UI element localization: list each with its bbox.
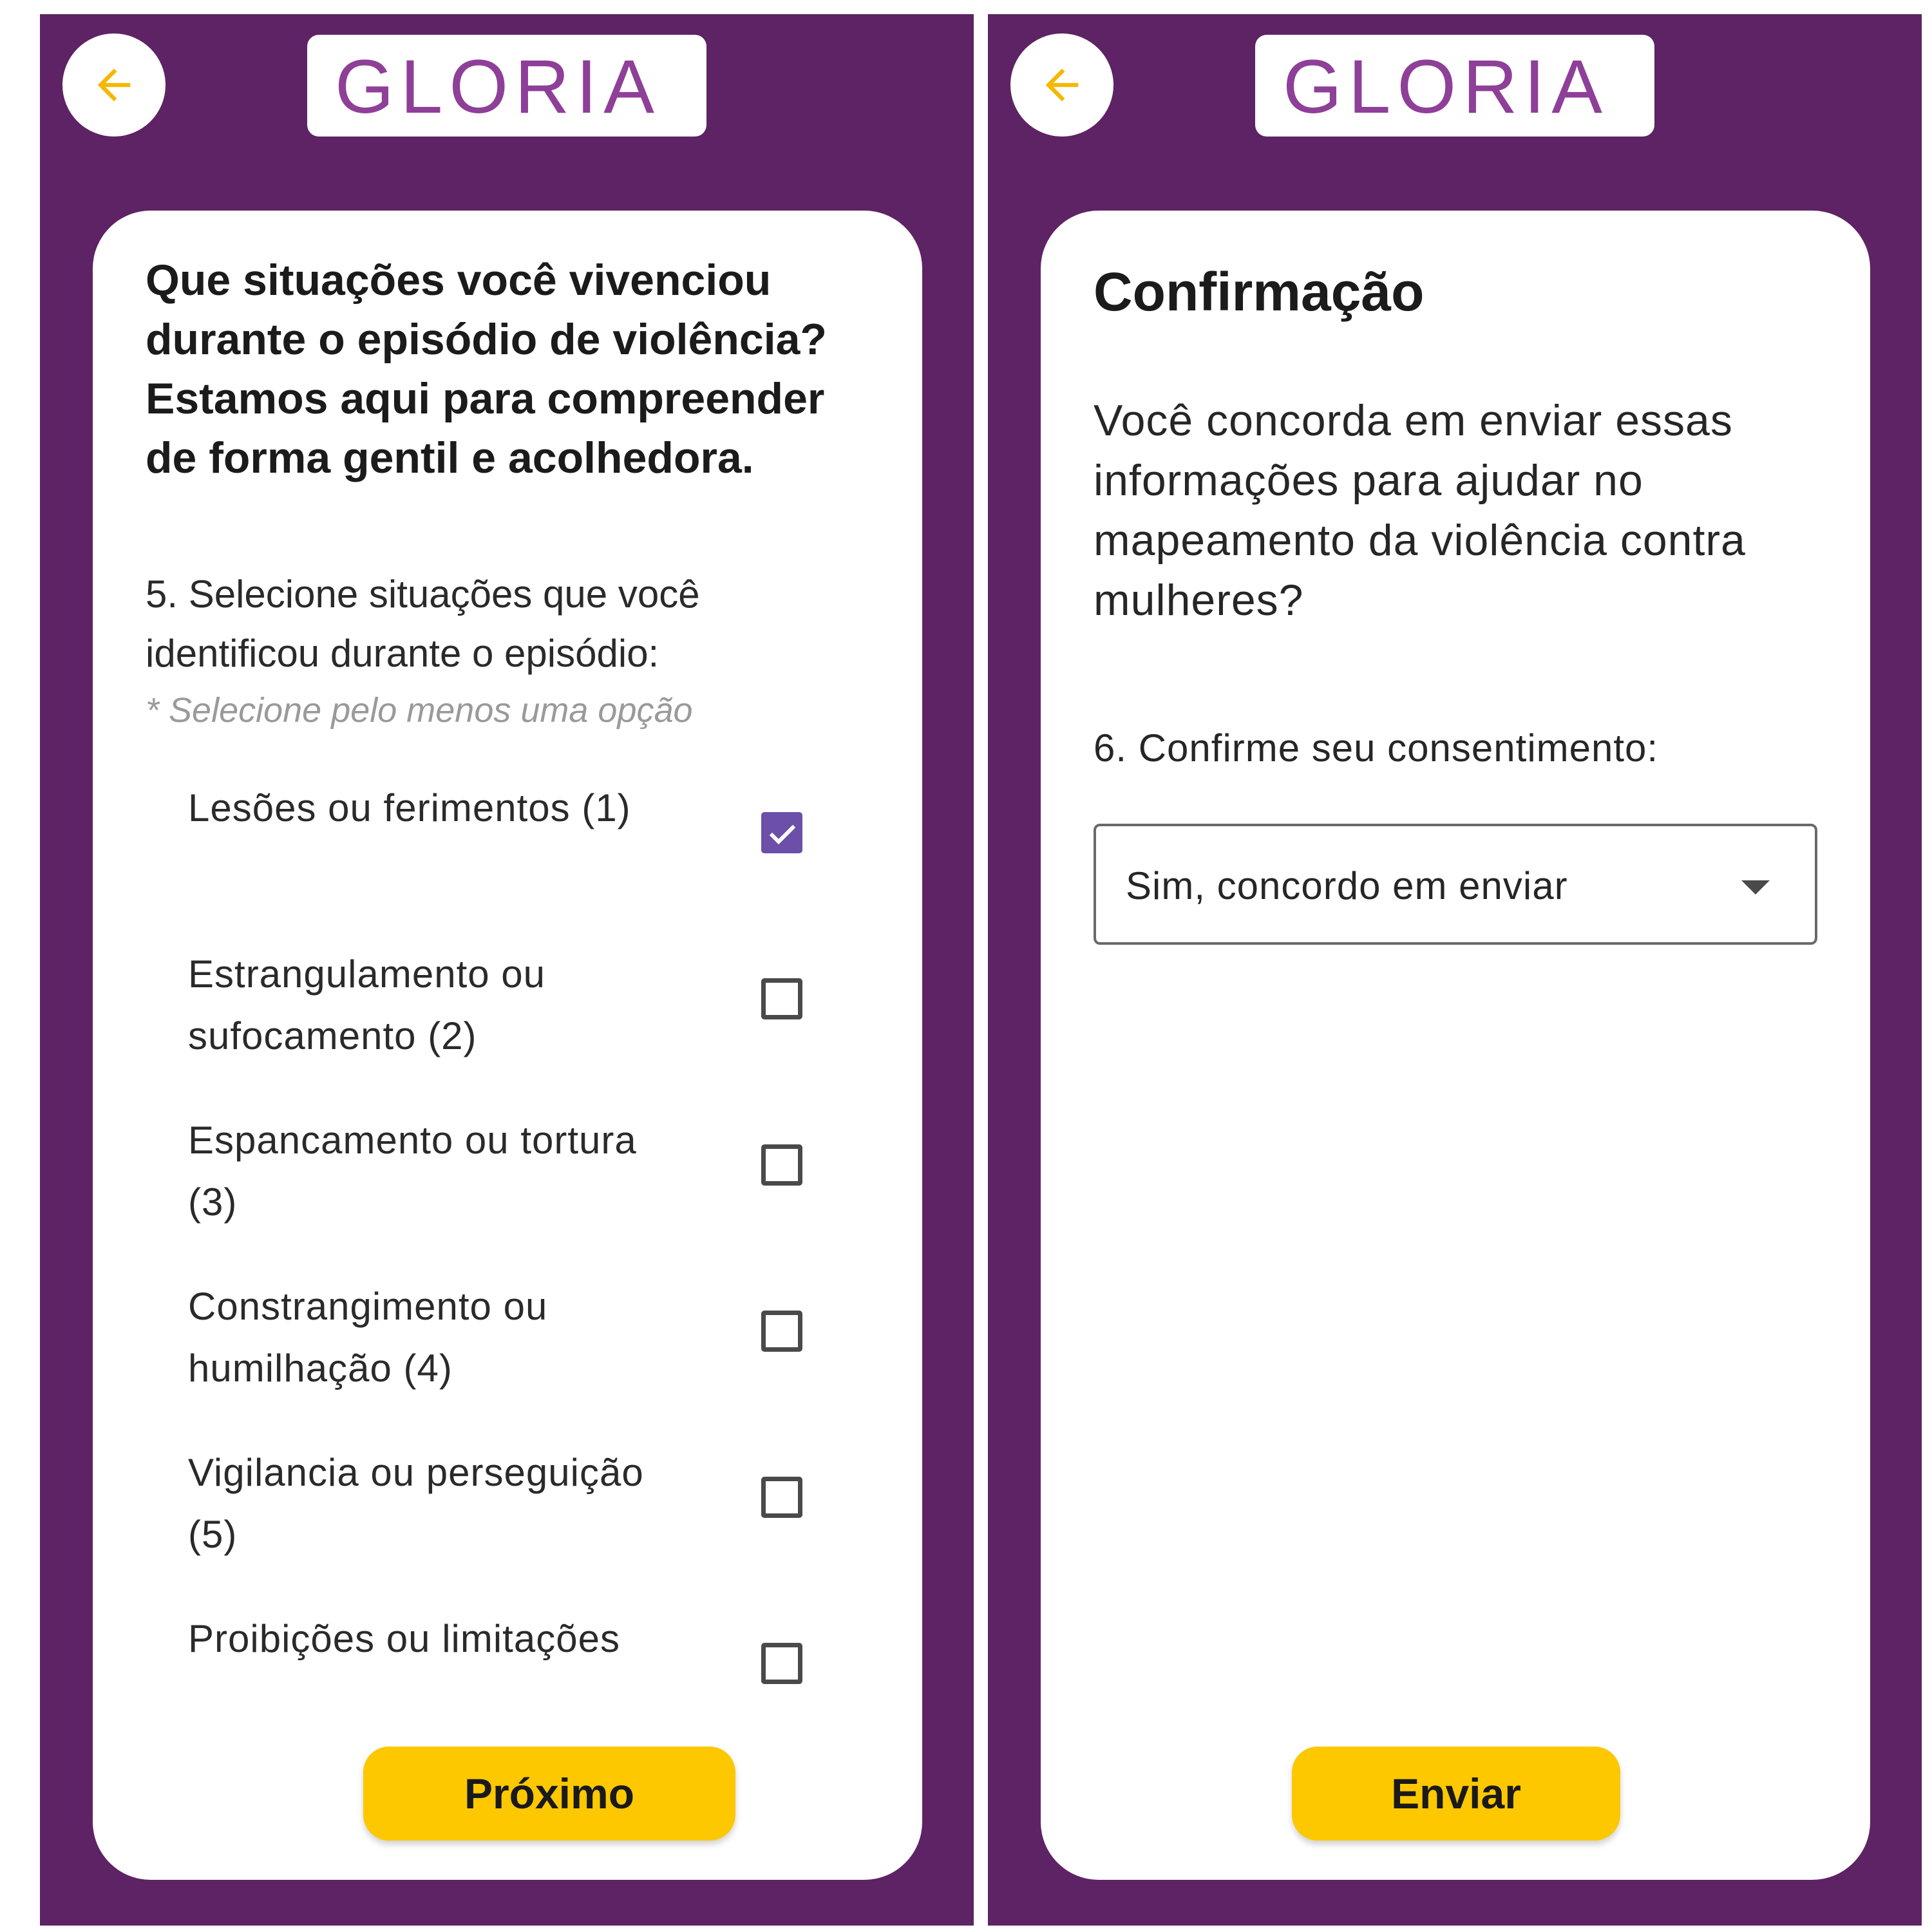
consent-label: 6. Confirme seu consentimento: xyxy=(1094,726,1659,770)
option-beating[interactable]: Espancamento ou tortura (3) xyxy=(188,1110,832,1264)
option-label: Vigilancia ou perseguição (5) xyxy=(188,1451,644,1556)
confirmation-card: Confirmação Você concorda em enviar essa… xyxy=(1041,211,1870,1880)
arrow-left-icon xyxy=(97,68,131,102)
consent-dropdown[interactable]: Sim, concordo em enviar xyxy=(1094,824,1817,945)
option-checkbox[interactable] xyxy=(761,1643,802,1684)
confirmation-screen: GLORIA Confirmação Você concorda em envi… xyxy=(988,14,1922,1926)
options-list[interactable]: Lesões ou ferimentos (1) Estrangulamento… xyxy=(93,777,922,1689)
back-button[interactable] xyxy=(62,33,166,137)
check-icon xyxy=(769,824,796,845)
option-surveillance[interactable]: Vigilancia ou perseguição (5) xyxy=(188,1442,832,1596)
option-label: Constrangimento ou humilhação (4) xyxy=(188,1285,548,1390)
page-title: Confirmação xyxy=(1094,261,1425,322)
questionnaire-screen: GLORIA Que situações você vivenciou dura… xyxy=(40,14,974,1926)
option-checkbox[interactable] xyxy=(761,1477,802,1518)
question-hint: * Selecione pelo menos uma opção xyxy=(146,691,693,730)
option-label: Estrangulamento ou sufocamento (2) xyxy=(188,952,546,1057)
option-label: Proibições ou limitações xyxy=(188,1617,620,1660)
option-humiliation[interactable]: Constrangimento ou humilhação (4) xyxy=(188,1276,832,1430)
option-label: Espancamento ou tortura (3) xyxy=(188,1119,637,1224)
option-checkbox[interactable] xyxy=(761,1311,802,1352)
arrow-left-icon xyxy=(1045,68,1079,102)
option-label: Lesões ou ferimentos (1) xyxy=(188,786,631,829)
option-injuries[interactable]: Lesões ou ferimentos (1) xyxy=(188,777,832,932)
option-checkbox[interactable] xyxy=(761,1144,802,1186)
option-strangulation[interactable]: Estrangulamento ou sufocamento (2) xyxy=(188,943,832,1098)
next-button[interactable]: Próximo xyxy=(363,1747,735,1841)
logo-text: GLORIA xyxy=(1283,44,1609,129)
question-label: 5. Selecione situações que você identifi… xyxy=(146,573,700,675)
option-checkbox[interactable] xyxy=(761,812,802,853)
option-checkbox[interactable] xyxy=(761,978,802,1019)
question-heading: Que situações você vivenciou durante o e… xyxy=(146,256,827,482)
logo-wordmark: GLORIA xyxy=(1283,44,1609,129)
confirmation-question: Você concorda em enviar essas informaçõe… xyxy=(1094,396,1746,625)
question-card: Que situações você vivenciou durante o e… xyxy=(93,211,922,1880)
gloria-logo: GLORIA xyxy=(307,35,706,137)
gloria-logo: GLORIA xyxy=(1255,35,1654,137)
dropdown-arrow-icon xyxy=(1741,880,1770,895)
option-prohibitions[interactable]: Proibições ou limitações xyxy=(188,1608,832,1689)
back-button[interactable] xyxy=(1010,33,1113,137)
send-button[interactable]: Enviar xyxy=(1292,1747,1620,1841)
logo-wordmark: GLORIA xyxy=(335,44,661,129)
consent-selected-value: Sim, concordo em enviar xyxy=(1126,864,1568,907)
logo-text: GLORIA xyxy=(335,44,661,129)
